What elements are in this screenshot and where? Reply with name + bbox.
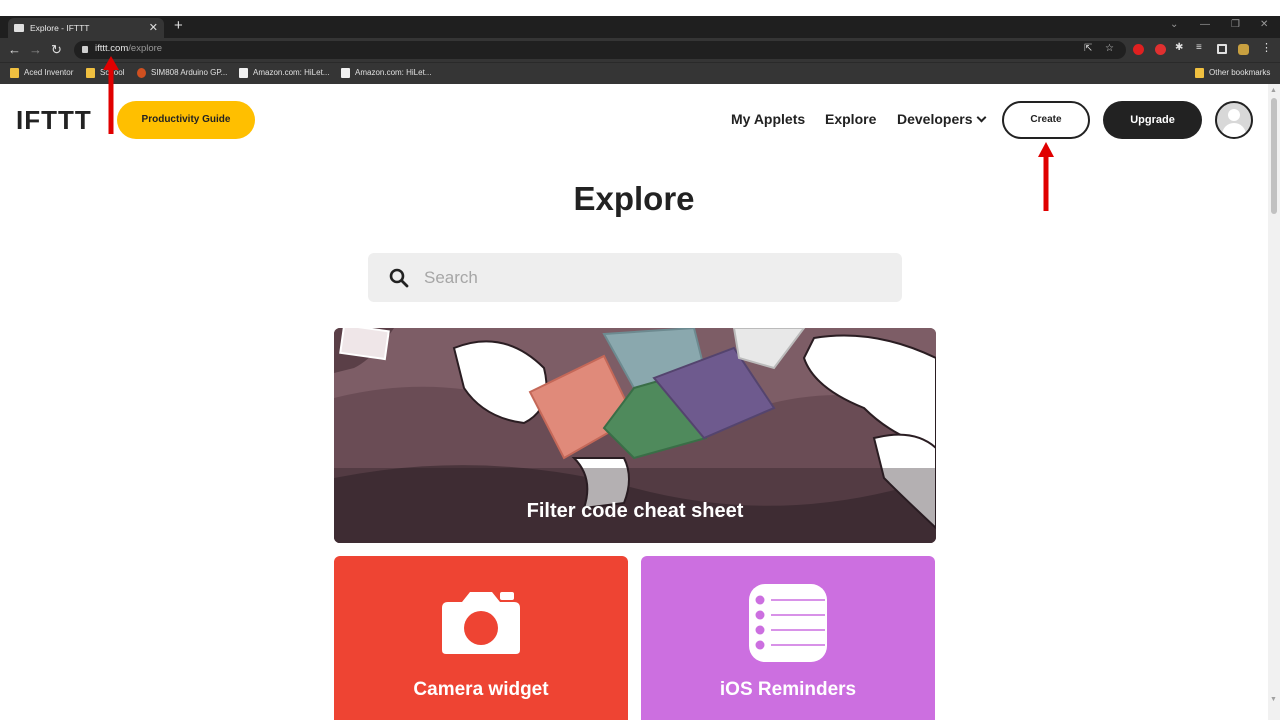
- scrollbar-thumb[interactable]: [1271, 98, 1277, 214]
- bookmark-label: Amazon.com: HiLet...: [355, 68, 432, 77]
- minimize-icon[interactable]: —: [1200, 19, 1210, 30]
- hero-card-title: Filter code cheat sheet: [526, 500, 744, 522]
- tab-close-icon[interactable]: ✕: [149, 18, 158, 38]
- forward-arrow-icon[interactable]: →: [29, 42, 42, 58]
- folder-icon: [1195, 68, 1204, 78]
- card-title: Camera widget: [413, 679, 549, 700]
- avatar-body: [1222, 123, 1246, 137]
- adblock-extension-icon[interactable]: [1133, 44, 1144, 55]
- extensions-puzzle-icon[interactable]: ✱: [1175, 42, 1186, 53]
- profile-icon[interactable]: [1238, 44, 1249, 55]
- nav-explore[interactable]: Explore: [825, 111, 876, 127]
- reminders-list-icon: [749, 584, 827, 662]
- browser-tab-bar: Explore - IFTTT ✕ + ⌄ — ❐ ✕: [0, 16, 1280, 38]
- bookmark-item[interactable]: Amazon.com: HiLet...: [239, 67, 329, 79]
- share-icon[interactable]: ⇱: [1084, 43, 1092, 54]
- window-close-icon[interactable]: ✕: [1260, 19, 1268, 30]
- back-arrow-icon[interactable]: ←: [8, 42, 21, 58]
- browser-tab[interactable]: Explore - IFTTT ✕: [8, 18, 164, 38]
- url-host: ifttt.com: [95, 43, 129, 54]
- browser-toolbar: ← → ↻ ifttt.com/explore ⇱ ☆ ✱ ≡ ⋮: [0, 38, 1280, 62]
- new-tab-button[interactable]: +: [174, 17, 183, 34]
- top-strip: [0, 0, 1280, 16]
- folder-icon: [86, 68, 95, 78]
- camera-icon: [442, 592, 520, 654]
- amazon-icon: [341, 68, 350, 78]
- bookmark-label: SIM808 Arduino GP...: [151, 68, 228, 77]
- menu-kebab-icon[interactable]: ⋮: [1261, 41, 1272, 54]
- bookmark-item[interactable]: Aced Inventor: [10, 67, 73, 79]
- search-box[interactable]: [368, 253, 902, 302]
- page-scrollbar[interactable]: ▲ ▼: [1268, 84, 1280, 720]
- search-icon: [389, 268, 409, 288]
- url-path: /explore: [128, 43, 163, 54]
- folder-icon: [10, 68, 19, 78]
- create-button[interactable]: Create: [1002, 101, 1090, 139]
- chevron-down-icon: [977, 112, 987, 123]
- productivity-guide-button[interactable]: Productivity Guide: [117, 101, 255, 139]
- tab-search-icon[interactable]: ⌄: [1170, 19, 1178, 30]
- bookmark-label: Amazon.com: HiLet...: [253, 68, 330, 77]
- bookmark-item[interactable]: Amazon.com: HiLet...: [341, 67, 431, 79]
- annotation-arrow-create: [1038, 142, 1054, 211]
- other-bookmarks[interactable]: Other bookmarks: [1195, 67, 1270, 79]
- extension-red-icon[interactable]: [1155, 44, 1166, 55]
- side-panel-icon[interactable]: [1217, 44, 1227, 54]
- address-bar[interactable]: ifttt.com/explore ⇱ ☆: [74, 41, 1126, 59]
- amazon-icon: [239, 68, 248, 78]
- nav-developers-label: Developers: [897, 111, 973, 127]
- ifttt-logo[interactable]: IFTTT: [16, 105, 92, 136]
- bookmark-item[interactable]: SIM808 Arduino GP...: [137, 67, 227, 79]
- annotation-arrow-url: [103, 56, 119, 134]
- lock-icon: [82, 46, 88, 53]
- arduino-icon: [137, 68, 146, 78]
- page-content: IFTTT Productivity Guide My Applets Expl…: [0, 84, 1268, 720]
- nav-my-applets[interactable]: My Applets: [731, 111, 805, 127]
- ifttt-favicon-icon: [14, 24, 24, 32]
- url-text: ifttt.com/explore: [95, 43, 162, 54]
- upgrade-button[interactable]: Upgrade: [1103, 101, 1202, 139]
- camera-widget-card[interactable]: Camera widget: [334, 556, 628, 720]
- bookmark-label: Aced Inventor: [24, 68, 74, 77]
- reading-list-icon[interactable]: ≡: [1196, 42, 1207, 53]
- avatar[interactable]: [1215, 101, 1253, 139]
- nav-developers[interactable]: Developers: [897, 111, 987, 127]
- tab-title: Explore - IFTTT: [30, 23, 90, 33]
- search-input[interactable]: [424, 265, 864, 291]
- other-bookmarks-label: Other bookmarks: [1209, 68, 1271, 77]
- scroll-up-icon[interactable]: ▲: [1270, 87, 1277, 94]
- bookmark-star-icon[interactable]: ☆: [1105, 43, 1114, 54]
- filter-code-cheat-sheet-card[interactable]: Filter code cheat sheet: [334, 328, 936, 543]
- scroll-down-icon[interactable]: ▼: [1270, 696, 1277, 703]
- reload-icon[interactable]: ↻: [51, 42, 62, 58]
- restore-icon[interactable]: ❐: [1231, 19, 1240, 30]
- card-title: iOS Reminders: [719, 679, 857, 700]
- page-title: Explore: [573, 180, 695, 217]
- bookmarks-bar: Aced Inventor School SIM808 Arduino GP..…: [0, 62, 1280, 84]
- ios-reminders-card[interactable]: iOS Reminders: [641, 556, 935, 720]
- avatar-head: [1228, 109, 1240, 121]
